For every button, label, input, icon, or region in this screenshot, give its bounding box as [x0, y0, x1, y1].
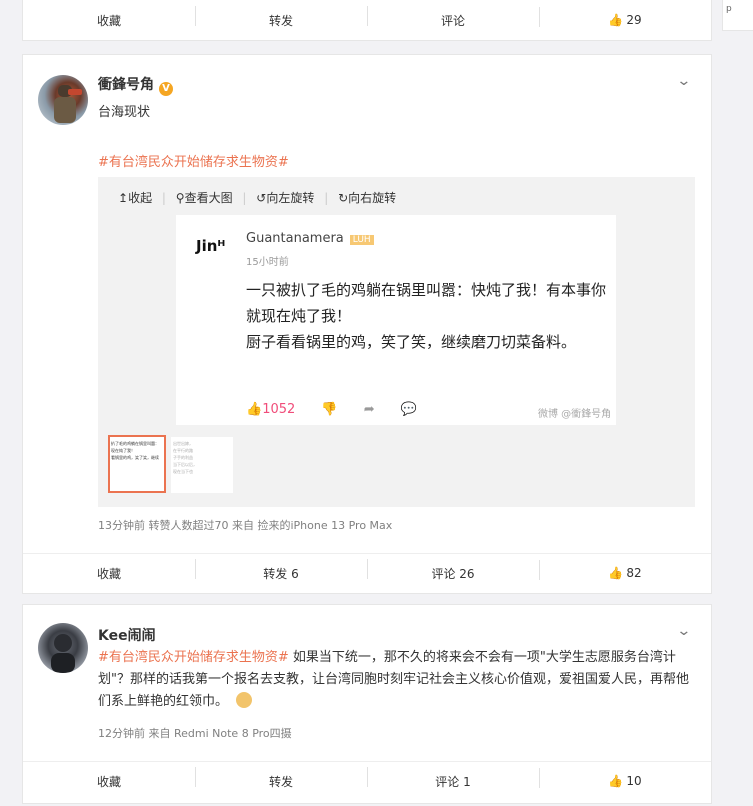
- forward-button[interactable]: 转发: [195, 5, 367, 29]
- thumbnail-2[interactable]: 出世出嫁， 在平行的路 子手的利益 当下后以后， 现在当下也: [171, 437, 233, 493]
- media-viewer: ↥收起 | ⚲查看大图 | ↺向左旋转 | ↻向右旋转 Jinᴴ Guantan…: [98, 177, 695, 507]
- toolbar-divider: |: [161, 191, 166, 205]
- chevron-down-icon[interactable]: ⌄: [676, 623, 691, 639]
- emoji-icon: [236, 692, 253, 708]
- post-meta: 12分钟前 来自 Redmi Note 8 Pro四摄: [98, 727, 292, 740]
- topic-link[interactable]: #有台湾民众开始储存求生物资#: [98, 650, 289, 665]
- post-card: 衝鋒号角 V 台海现状 ⌄ #有台湾民众开始储存求生物资# ↥收起 | ⚲查看大图…: [22, 54, 712, 594]
- post-actions: 收藏 转发 6 评论 26 👍 82: [23, 553, 711, 592]
- media-toolbar: ↥收起 | ⚲查看大图 | ↺向左旋转 | ↻向右旋转: [118, 189, 396, 206]
- toolbar-divider: |: [324, 191, 329, 205]
- share-icon: ➦: [363, 402, 375, 417]
- level-badge: LUH: [349, 235, 374, 245]
- post-text: #有台湾民众开始储存求生物资# 如果当下统一，那不久的将来会不会有一项"大学生志…: [98, 650, 689, 709]
- comment-icon: 💬: [400, 402, 417, 417]
- post-meta: 13分钟前 转赞人数超过70 来自 捡来的iPhone 13 Pro Max: [98, 519, 393, 532]
- rotate-left-button[interactable]: ↺向左旋转: [256, 191, 314, 205]
- thumbs-up-icon: 👍: [608, 566, 624, 580]
- collect-button[interactable]: 收藏: [23, 12, 195, 29]
- person-figure-icon: [51, 634, 75, 673]
- like-button[interactable]: 👍 29: [539, 7, 711, 27]
- chevron-down-icon[interactable]: ⌄: [676, 73, 691, 89]
- view-large-button[interactable]: ⚲查看大图: [176, 191, 233, 205]
- collect-button[interactable]: 收藏: [23, 565, 195, 582]
- topic-link[interactable]: #有台湾民众开始储存求生物资#: [98, 151, 289, 170]
- embedded-image[interactable]: Jinᴴ Guantanamera LUH 15小时前 一只被扒了毛的鸡躺在锅里叫…: [176, 215, 616, 425]
- search-icon: ⚲: [175, 191, 185, 205]
- collapse-icon: ↥: [118, 191, 129, 205]
- watermark: 微博 @衝鋒号角: [538, 409, 612, 420]
- collect-button[interactable]: 收藏: [23, 773, 195, 790]
- post-card: Kee闹闹 ⌄ #有台湾民众开始储存求生物资# 如果当下统一，那不久的将来会不会…: [22, 604, 712, 804]
- username[interactable]: Kee闹闹: [98, 625, 156, 645]
- embedded-time: 15小时前: [246, 257, 289, 268]
- thumbs-down-icon: 👎: [321, 402, 338, 417]
- rotate-right-icon: ↻: [338, 191, 349, 205]
- previous-post-actions: 收藏 转发 评论 👍 29: [22, 0, 712, 41]
- forward-button[interactable]: 转发: [195, 766, 367, 790]
- thumbs-up-icon: 👍: [608, 774, 624, 788]
- username[interactable]: 衝鋒号角 V: [98, 74, 173, 96]
- collapse-button[interactable]: ↥收起: [118, 191, 152, 205]
- embedded-text: 一只被扒了毛的鸡躺在锅里叫嚣：快炖了我！有本事你就现在炖了我！ 厨子看看锅里的鸡…: [246, 281, 607, 351]
- embedded-actions: 👍1052 👎 ➦ 💬: [246, 402, 417, 417]
- rotate-right-button[interactable]: ↻向右旋转: [338, 191, 396, 205]
- comment-button[interactable]: 评论 26: [367, 558, 539, 582]
- thumbnail-1[interactable]: 扒了毛的鸡躺在锅里叫嚣： 现在炖了我！ 看锅里的鸡，笑了笑，继续: [108, 435, 166, 493]
- comment-button[interactable]: 评论: [367, 5, 539, 29]
- like-button[interactable]: 👍 10: [539, 768, 711, 788]
- rotate-left-icon: ↺: [256, 191, 267, 205]
- toolbar-divider: |: [242, 191, 247, 205]
- side-panel: p: [722, 0, 753, 31]
- thumbs-up-icon: 👍: [608, 13, 624, 27]
- forward-button[interactable]: 转发 6: [195, 558, 367, 582]
- comment-button[interactable]: 评论 1: [367, 766, 539, 790]
- like-button[interactable]: 👍 82: [539, 560, 711, 580]
- avatar[interactable]: [38, 623, 88, 673]
- thumbs-up-icon: 👍: [246, 402, 263, 417]
- post-text: 台海现状: [98, 105, 151, 120]
- embedded-author: Guantanamera LUH: [246, 231, 374, 246]
- soldier-figure-icon: [54, 85, 82, 123]
- verified-badge-icon: V: [159, 82, 173, 96]
- avatar[interactable]: [38, 75, 88, 125]
- post-actions: 收藏 转发 评论 1 👍 10: [23, 761, 711, 800]
- embedded-logo: Jinᴴ: [196, 237, 226, 255]
